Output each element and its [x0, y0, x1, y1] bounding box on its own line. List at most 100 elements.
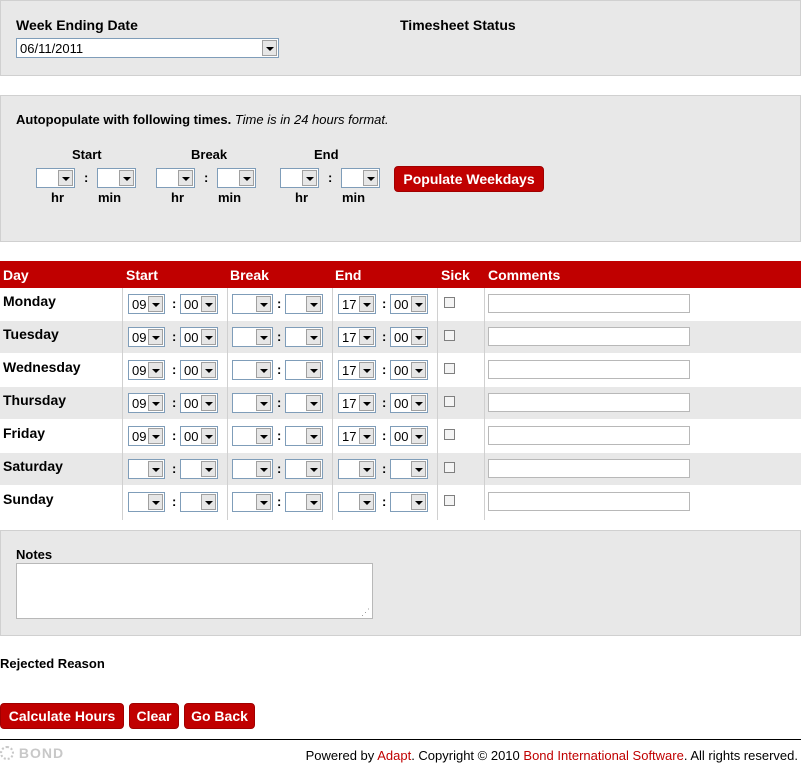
chevron-down-icon: [302, 170, 317, 186]
clear-button[interactable]: Clear: [129, 703, 179, 729]
autopop-start-hour-select[interactable]: [36, 168, 75, 188]
end-hour-select[interactable]: 17: [338, 327, 376, 347]
hr-label: hr: [51, 190, 64, 205]
sick-checkbox[interactable]: [444, 429, 455, 440]
break-hour-select[interactable]: [232, 360, 273, 380]
start-hour-select[interactable]: 09: [128, 327, 165, 347]
chevron-down-icon: [411, 329, 426, 345]
end-min-select[interactable]: [390, 492, 428, 512]
notes-textarea[interactable]: ⋰: [16, 563, 373, 619]
start-min-select[interactable]: [180, 492, 218, 512]
autopop-end-min-select[interactable]: [341, 168, 380, 188]
chevron-down-icon: [306, 362, 321, 378]
break-min-select[interactable]: [285, 327, 323, 347]
comments-input[interactable]: [488, 426, 690, 445]
start-min-select[interactable]: [180, 459, 218, 479]
start-min-select[interactable]: 00: [180, 360, 218, 380]
time-separator: :: [382, 428, 387, 443]
break-hour-select[interactable]: [232, 393, 273, 413]
start-min-select[interactable]: 00: [180, 393, 218, 413]
end-min-select[interactable]: [390, 459, 428, 479]
day-label: Tuesday: [3, 326, 59, 342]
end-min-select[interactable]: 00: [390, 393, 428, 413]
time-separator: :: [382, 494, 387, 509]
sick-checkbox[interactable]: [444, 330, 455, 341]
end-min-select-value: 00: [394, 330, 409, 345]
start-min-select[interactable]: 00: [180, 294, 218, 314]
break-hour-select[interactable]: [232, 459, 273, 479]
autopop-end-hour-select[interactable]: [280, 168, 319, 188]
end-min-select[interactable]: 00: [390, 327, 428, 347]
adapt-link[interactable]: Adapt: [377, 748, 411, 763]
start-hour-select-value: 09: [132, 429, 147, 444]
start-hour-select[interactable]: 09: [128, 294, 165, 314]
chevron-down-icon: [411, 428, 426, 444]
end-min-select[interactable]: 00: [390, 426, 428, 446]
time-separator: :: [277, 461, 282, 476]
comments-input[interactable]: [488, 294, 690, 313]
end-hour-select[interactable]: 17: [338, 360, 376, 380]
bond-link[interactable]: Bond International Software: [523, 748, 683, 763]
min-label: min: [218, 190, 242, 205]
sick-checkbox[interactable]: [444, 363, 455, 374]
end-min-select[interactable]: 00: [390, 360, 428, 380]
break-hour-select[interactable]: [232, 327, 273, 347]
chevron-down-icon: [306, 494, 321, 510]
break-hour-select[interactable]: [232, 492, 273, 512]
chevron-down-icon: [411, 296, 426, 312]
start-min-select[interactable]: 00: [180, 426, 218, 446]
time-separator: :: [172, 362, 177, 377]
start-hour-select[interactable]: [128, 492, 165, 512]
sick-checkbox[interactable]: [444, 297, 455, 308]
start-hour-select[interactable]: 09: [128, 393, 165, 413]
break-hour-select[interactable]: [232, 294, 273, 314]
end-hour-select[interactable]: 17: [338, 393, 376, 413]
break-min-select[interactable]: [285, 360, 323, 380]
start-hour-select[interactable]: [128, 459, 165, 479]
break-min-select[interactable]: [285, 459, 323, 479]
comments-input[interactable]: [488, 360, 690, 379]
chevron-down-icon: [119, 170, 134, 186]
sick-checkbox[interactable]: [444, 396, 455, 407]
calculate-hours-button[interactable]: Calculate Hours: [0, 703, 124, 729]
chevron-down-icon: [148, 461, 163, 477]
comments-input[interactable]: [488, 327, 690, 346]
column-divider: [122, 288, 123, 520]
comments-input[interactable]: [488, 459, 690, 478]
break-min-select[interactable]: [285, 294, 323, 314]
break-min-select[interactable]: [285, 393, 323, 413]
comments-input[interactable]: [488, 492, 690, 511]
sick-checkbox[interactable]: [444, 495, 455, 506]
comments-input[interactable]: [488, 393, 690, 412]
break-min-select[interactable]: [285, 426, 323, 446]
sick-checkbox[interactable]: [444, 462, 455, 473]
footer-rights: . All rights reserved.: [683, 748, 798, 763]
autopop-break-hour-select[interactable]: [156, 168, 195, 188]
end-hour-select[interactable]: 17: [338, 426, 376, 446]
end-min-select[interactable]: 00: [390, 294, 428, 314]
chevron-down-icon: [256, 395, 271, 411]
go-back-button[interactable]: Go Back: [184, 703, 255, 729]
end-hour-select[interactable]: [338, 492, 376, 512]
chevron-down-icon: [363, 170, 378, 186]
start-hour-select[interactable]: 09: [128, 426, 165, 446]
start-hour-select[interactable]: 09: [128, 360, 165, 380]
autopop-end-label: End: [314, 147, 339, 162]
break-min-select[interactable]: [285, 492, 323, 512]
chevron-down-icon: [148, 329, 163, 345]
time-separator: :: [172, 329, 177, 344]
time-separator: :: [382, 296, 387, 311]
time-separator: :: [382, 329, 387, 344]
end-hour-select[interactable]: 17: [338, 294, 376, 314]
start-min-select-value: 00: [184, 396, 199, 411]
break-hour-select[interactable]: [232, 426, 273, 446]
week-ending-select[interactable]: 06/11/2011: [16, 38, 279, 58]
time-separator: :: [277, 395, 282, 410]
start-min-select[interactable]: 00: [180, 327, 218, 347]
hr-label: hr: [295, 190, 308, 205]
end-hour-select[interactable]: [338, 459, 376, 479]
populate-weekdays-button[interactable]: Populate Weekdays: [394, 166, 544, 192]
autopop-break-min-select[interactable]: [217, 168, 256, 188]
end-hour-select-value: 17: [342, 429, 357, 444]
autopop-start-min-select[interactable]: [97, 168, 136, 188]
